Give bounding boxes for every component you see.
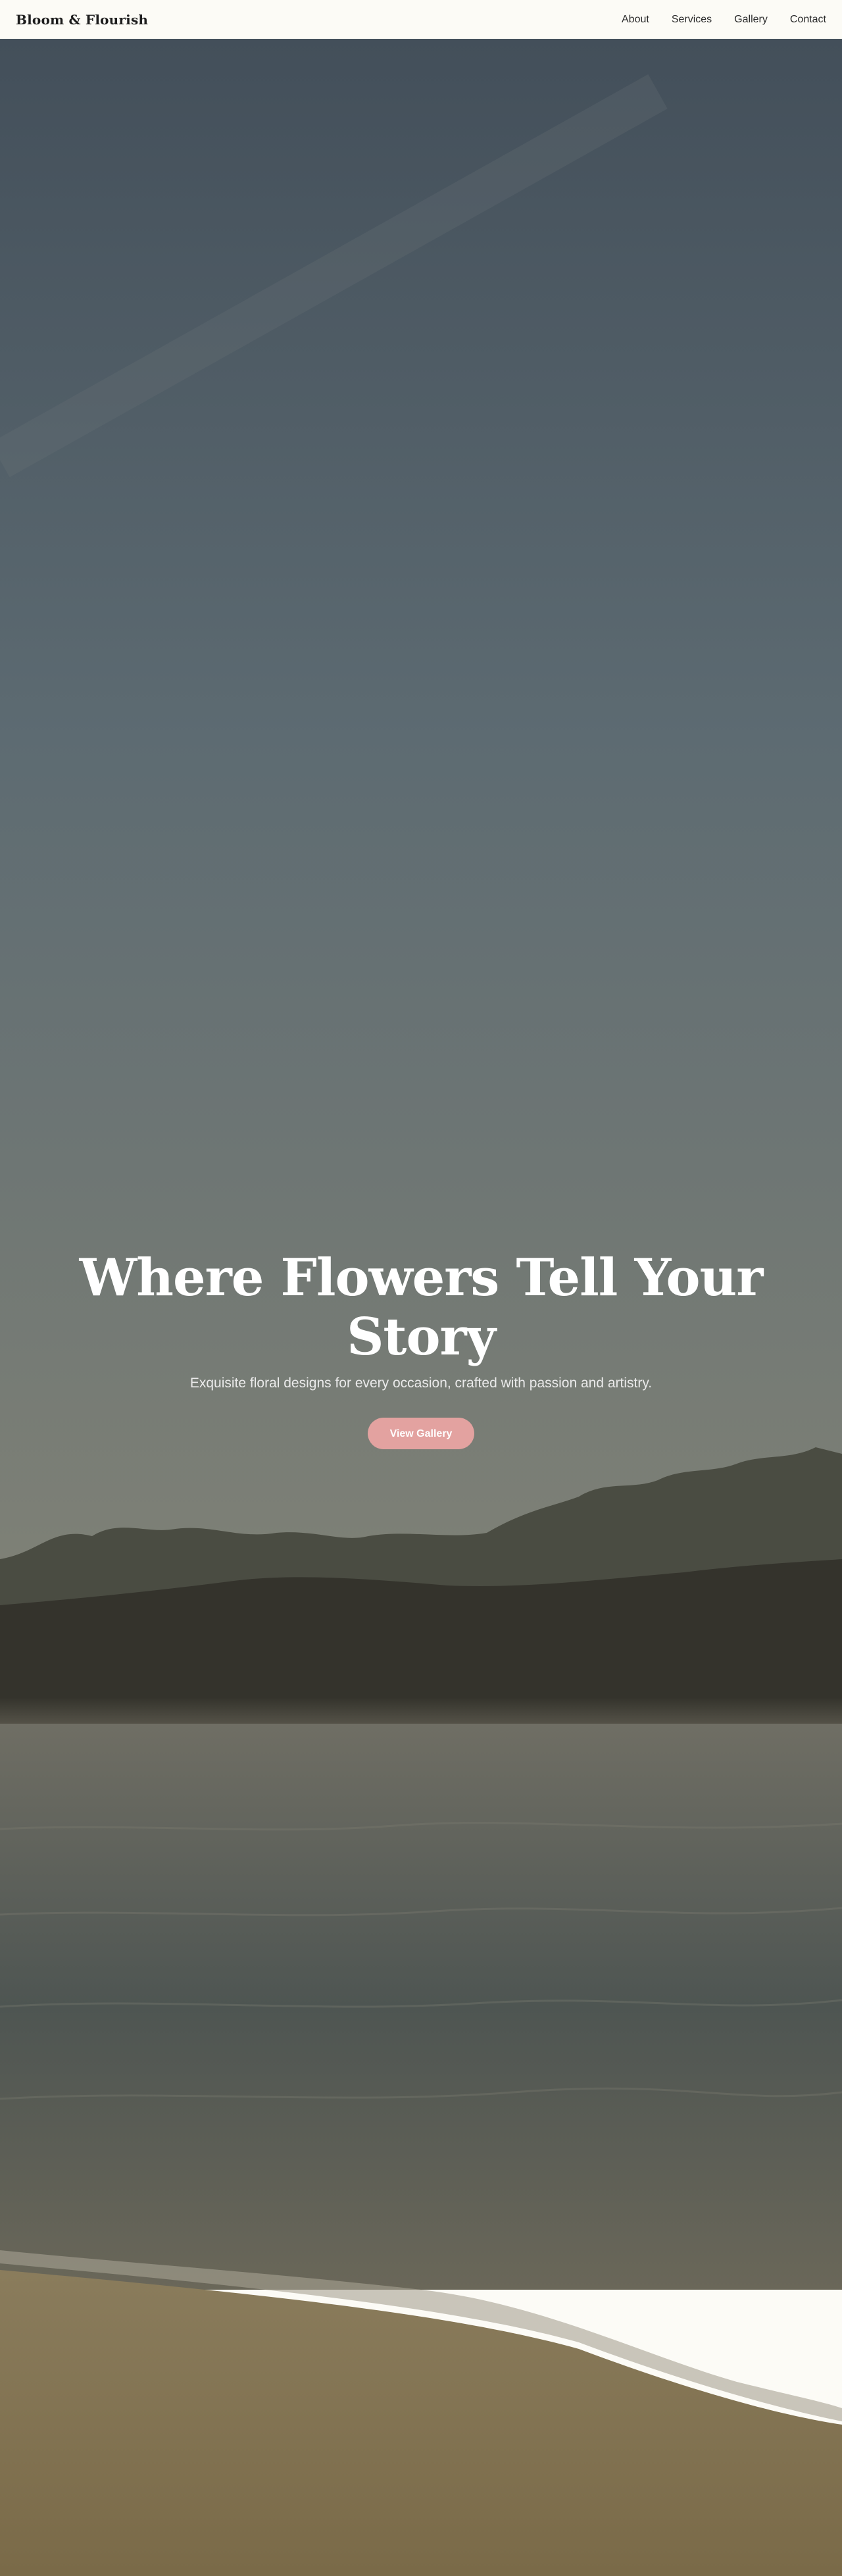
hero-title: Where Flowers Tell Your Story — [79, 1248, 764, 1367]
hero-content: Where Flowers Tell Your Story Exquisite … — [0, 1248, 842, 1450]
nav-link-about[interactable]: About — [622, 14, 649, 26]
nav-link-gallery[interactable]: Gallery — [734, 14, 768, 26]
nav-link-contact[interactable]: Contact — [790, 14, 826, 26]
view-gallery-button[interactable]: View Gallery — [368, 1418, 474, 1450]
site-header: Bloom & Flourish About Services Gallery … — [0, 0, 842, 39]
hero-subtitle: Exquisite floral designs for every occas… — [189, 1376, 653, 1391]
main-nav: About Services Gallery Contact — [622, 14, 826, 26]
brand-logo[interactable]: Bloom & Flourish — [16, 12, 148, 28]
hero-section: Where Flowers Tell Your Story Exquisite … — [0, 39, 842, 2576]
nav-link-services[interactable]: Services — [672, 14, 712, 26]
